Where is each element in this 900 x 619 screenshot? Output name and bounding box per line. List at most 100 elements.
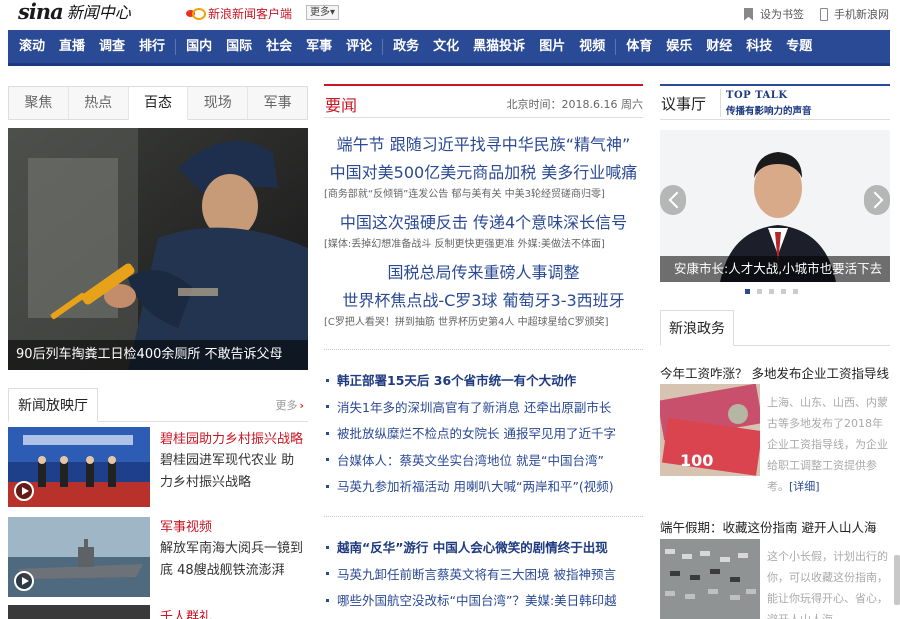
nav-item[interactable]: 调查 [92, 29, 132, 65]
bullet-icon [326, 405, 329, 408]
news-list-text: 哪些外国航空没改标“中国台湾”？美媒:美日韩印越 [337, 593, 617, 608]
toptalk-en: TOP TALK [726, 90, 788, 101]
news-list-item[interactable]: 越南“反华”游行 中国人会心微笑的剧情终于出现 [324, 537, 643, 556]
video-thumb-2[interactable] [8, 517, 150, 597]
video-desc[interactable]: 解放军南海大阅兵一镜到底 48艘战舰铁流澎湃 [160, 538, 305, 582]
tab-item[interactable]: 现场 [188, 87, 249, 119]
more-label: 更多 [310, 7, 330, 18]
carousel-dot[interactable] [757, 289, 762, 294]
nav-item[interactable]: 国内 [179, 29, 219, 65]
headline[interactable]: 国税总局传来重磅人事调整 [324, 259, 643, 283]
headline[interactable]: 世界杯焦点战-C罗3球 葡萄牙3-3西班牙 [324, 287, 643, 311]
headline-sub[interactable]: [商务部就“反倾销”连发公告 郁与美有关 中美3轮经贸磋商归零] [324, 185, 643, 200]
news-list-text: 台媒体人：蔡英文坐实台湾地位 就是“中国台湾” [337, 452, 604, 468]
top-news-header: 要闻 北京时间：2018.6.16 周六 [324, 84, 643, 118]
nav-item[interactable]: 评论 [339, 29, 379, 65]
site-name: 新闻中心 [66, 3, 131, 22]
bookmark-icon [744, 7, 753, 21]
video-title[interactable]: 碧桂园助力乡村振兴战略 [160, 430, 305, 450]
video-thumb-3[interactable] [8, 605, 150, 619]
carousel-dot[interactable] [745, 289, 750, 294]
video-desc[interactable]: 碧桂园进军现代农业 助力乡村振兴战略 [160, 450, 305, 494]
nav-item[interactable]: 排行 [132, 29, 172, 65]
gov-title[interactable]: 新浪政务 [660, 310, 734, 346]
top-news-title[interactable]: 要闻 [325, 92, 357, 116]
client-label: 新浪新闻客户端 [208, 7, 293, 21]
nav-item[interactable]: 国际 [219, 29, 259, 65]
news-list-item[interactable]: 消失1年多的深圳高官有了新消息 还牵出原副市长 [324, 397, 643, 416]
scrollbar-thumb[interactable] [894, 555, 900, 605]
carousel-dot[interactable] [781, 289, 786, 294]
carousel-dot[interactable] [769, 289, 774, 294]
nav-item[interactable]: 滚动 [12, 29, 52, 65]
video-thumb-1[interactable] [8, 427, 150, 507]
mobile-link[interactable]: 手机新浪网 [820, 6, 889, 22]
nav-item[interactable]: 专题 [779, 29, 819, 65]
bullet-icon [326, 431, 329, 435]
list-divider [324, 516, 643, 517]
carousel-prev-icon[interactable] [660, 185, 686, 215]
nav-separator [175, 38, 177, 55]
nav-item[interactable]: 图片 [532, 29, 572, 65]
bookmark-link[interactable]: 设为书签 [744, 6, 804, 22]
play-icon[interactable] [14, 571, 34, 591]
hero-image[interactable] [8, 128, 308, 370]
news-list-item[interactable]: 马英九卸任前断言蔡英文将有三大困境 被指神预言 [324, 564, 643, 583]
talk-caption[interactable]: 安康市长:人才大战,小城市也要活下去 [660, 256, 890, 282]
gov-item-thumb[interactable] [660, 539, 760, 619]
nav-item[interactable]: 财经 [699, 29, 739, 65]
bullet-icon [326, 458, 329, 461]
header-divider [720, 89, 721, 117]
tab-item[interactable]: 军事 [248, 87, 307, 119]
video-title[interactable]: 军事视频 [160, 518, 305, 538]
nav-item[interactable]: 黑猫投诉 [466, 29, 532, 65]
carousel-next-icon[interactable] [864, 185, 890, 215]
theater-title[interactable]: 新闻放映厅 [8, 388, 98, 422]
main-nav: 滚动 直播 调查 排行 国内 国际 社会 军事 评论 政务 文化 黑猫投诉 图片 视频 体育 娱乐 财经 科技 专题 [8, 30, 890, 66]
gov-item-title[interactable]: 今年工资咋涨？ 多地发布企业工资指导线 [660, 363, 900, 382]
video-title[interactable]: 千人群礼 [160, 608, 305, 619]
news-list-item[interactable]: 韩正部署15天后 36个省市统一有个大动作 [324, 370, 643, 389]
theater-more-link[interactable]: 更多 › [275, 397, 304, 413]
nav-item[interactable]: 文化 [426, 29, 466, 65]
left-tabs: 聚焦 热点 百态 现场 军事 [8, 86, 308, 120]
nav-item[interactable]: 娱乐 [659, 29, 699, 65]
headline[interactable]: 端午节 跟随习近平找寻中华民族“精气神” [324, 131, 643, 155]
nav-item[interactable]: 社会 [259, 29, 299, 65]
gov-item-title[interactable]: 端午假期：收藏这份指南 避开人山人海 [660, 517, 900, 536]
chevron-right-icon: › [299, 399, 304, 412]
headline-sub[interactable]: [C罗把人看哭！拼到抽筋 世界杯历史第4人 中超球星给C罗颁奖] [324, 313, 643, 328]
bullet-icon [326, 598, 329, 602]
more-dropdown[interactable]: 更多▾ [306, 5, 340, 20]
news-list-text: 消失1年多的深圳高官有了新消息 还牵出原副市长 [337, 399, 612, 415]
hero-caption[interactable]: 90后列车掏粪工日检400余厕所 不敢告诉父母 [8, 340, 308, 370]
news-list-item[interactable]: 马英九参加祈福活动 用喇叭大喊“两岸和平”(视频) [324, 476, 643, 495]
tab-item[interactable]: 百态 [128, 87, 189, 120]
sina-logo[interactable]: sina 新闻中心 [18, 0, 131, 24]
tab-item[interactable]: 热点 [69, 87, 129, 119]
news-list-item[interactable]: 被批放纵糜烂不检点的女院长 通报罕见用了近千字 [324, 423, 643, 442]
client-link[interactable]: 新浪新闻客户端 [186, 5, 292, 22]
headline-sub[interactable]: [媒体:丢掉幻想准备战斗 反制更快更强更准 外媒:美做法不体面] [324, 235, 643, 250]
play-icon[interactable] [14, 481, 34, 501]
beijing-time: 北京时间：2018.6.16 周六 [506, 98, 643, 111]
headline[interactable]: 中国对美500亿美元商品加税 美多行业喊痛 [324, 159, 643, 183]
top-bar: sina 新闻中心 新浪新闻客户端 更多▾ 设为书签 手机新浪网 [0, 0, 900, 28]
carousel-dots [745, 289, 798, 294]
headline[interactable]: 中国这次强硬反击 传递4个意味深长信号 [324, 209, 643, 233]
nav-item[interactable]: 军事 [299, 29, 339, 65]
theater-more-label: 更多 [275, 399, 298, 412]
nav-item[interactable]: 政务 [386, 29, 426, 65]
detail-link[interactable]: [详细] [789, 480, 820, 493]
tab-item[interactable]: 聚焦 [9, 87, 69, 119]
news-list-item[interactable]: 台媒体人：蔡英文坐实台湾地位 就是“中国台湾” [324, 450, 643, 469]
nav-item[interactable]: 直播 [52, 29, 92, 65]
sina-eye-icon [186, 7, 206, 20]
nav-item[interactable]: 科技 [739, 29, 779, 65]
nav-item[interactable]: 体育 [619, 29, 659, 65]
nav-item[interactable]: 视频 [572, 29, 612, 65]
gov-item-thumb[interactable]: 100 [660, 384, 760, 476]
news-list-item[interactable]: 哪些外国航空没改标“中国台湾”？美媒:美日韩印越 [324, 590, 643, 609]
carousel-dot[interactable] [793, 289, 798, 294]
talk-title[interactable]: 议事厅 [661, 93, 706, 114]
